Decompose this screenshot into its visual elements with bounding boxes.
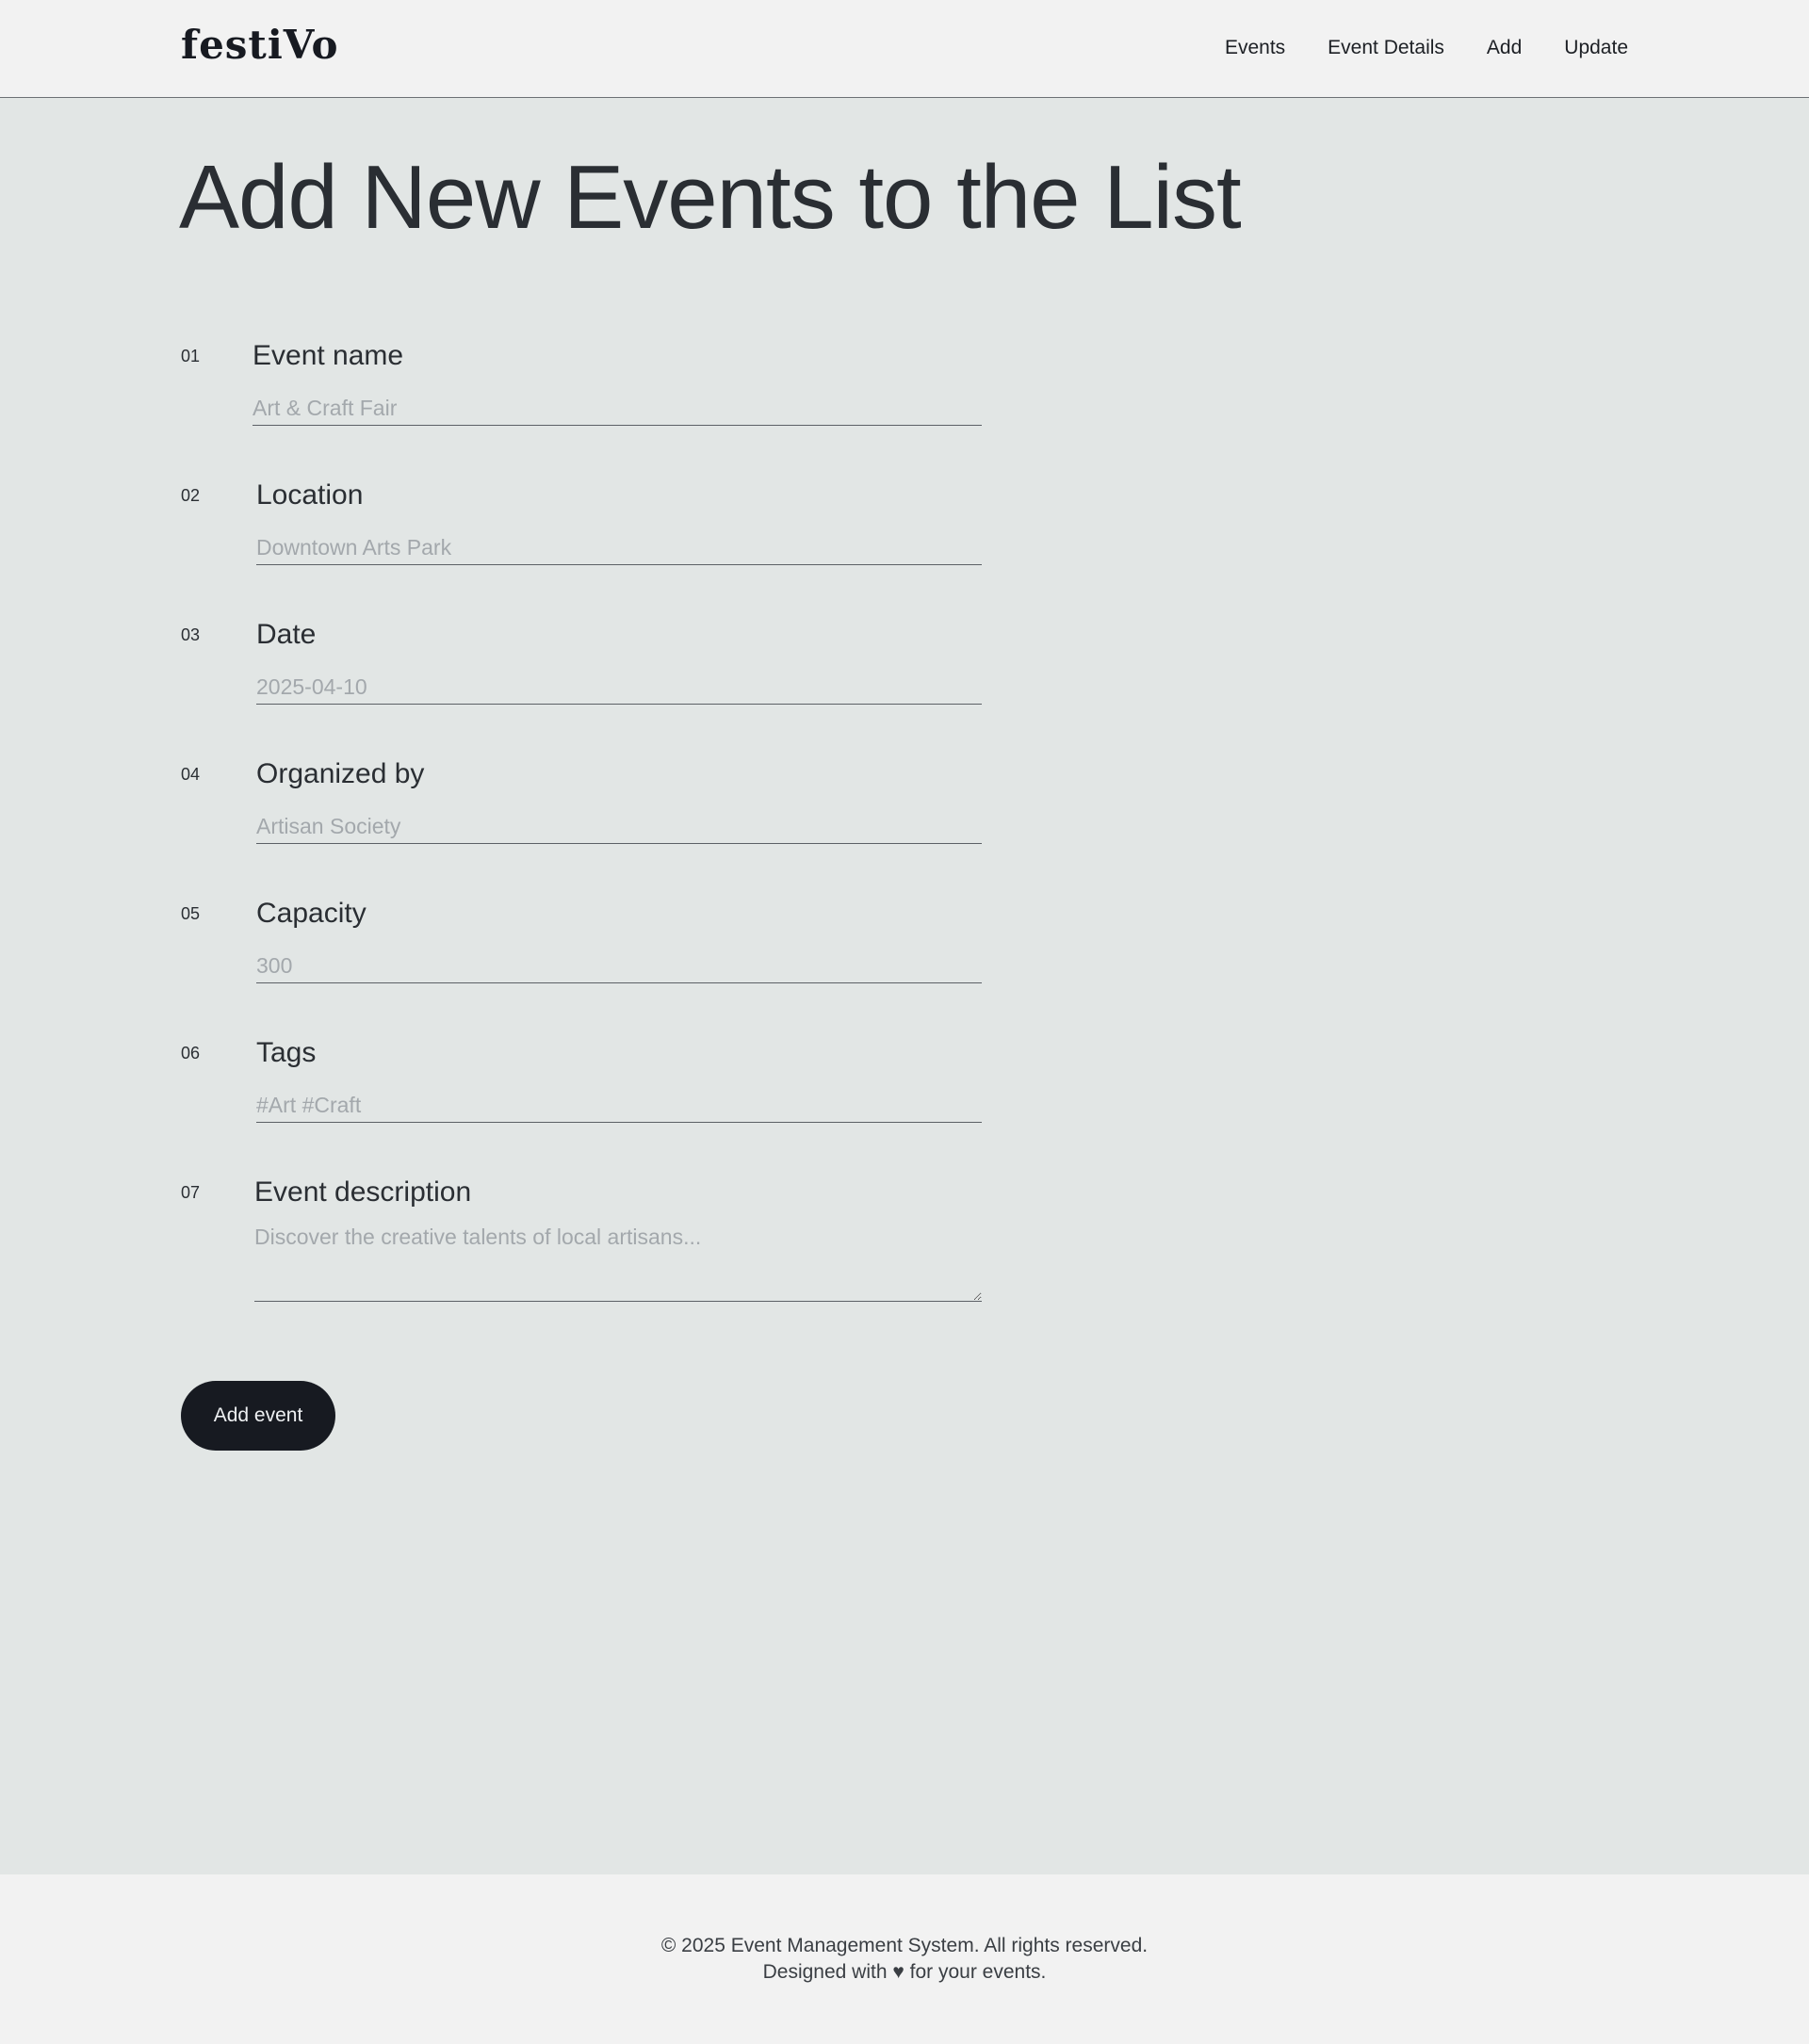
footer-tagline: Designed with ♥ for your events. — [762, 1961, 1047, 1983]
field-number: 03 — [181, 625, 201, 644]
capacity-input[interactable] — [256, 949, 982, 983]
nav-link-add[interactable]: Add — [1487, 34, 1522, 62]
field-label: Event description — [254, 1176, 472, 1208]
event-description-textarea[interactable] — [254, 1221, 982, 1302]
organized-by-input[interactable] — [256, 810, 982, 844]
nav-link-update[interactable]: Update — [1564, 34, 1628, 62]
field-label: Event name — [253, 340, 404, 371]
field-number: 04 — [181, 765, 201, 784]
main-nav: Events Event Details Add Update — [1225, 34, 1628, 62]
footer-copyright: © 2025 Event Management System. All righ… — [660, 1935, 1149, 1956]
location-input[interactable] — [256, 531, 982, 565]
tags-input[interactable] — [256, 1089, 982, 1123]
nav-link-event-details[interactable]: Event Details — [1328, 34, 1444, 62]
field-label: Date — [256, 619, 317, 650]
page-title: Add New Events to the List — [179, 147, 1242, 248]
field-label: Organized by — [256, 758, 425, 789]
add-event-button[interactable]: Add event — [181, 1381, 335, 1451]
field-number: 01 — [181, 347, 201, 365]
site-footer: © 2025 Event Management System. All righ… — [0, 1874, 1809, 2044]
field-label: Capacity — [256, 898, 367, 929]
date-input[interactable] — [256, 671, 982, 705]
field-number: 07 — [181, 1183, 201, 1202]
site-header: festiVo Events Event Details Add Update — [0, 0, 1809, 98]
field-number: 06 — [181, 1044, 201, 1063]
event-name-input[interactable] — [253, 392, 982, 426]
field-label: Location — [256, 479, 364, 511]
field-number: 02 — [181, 486, 201, 505]
site-logo[interactable]: festiVo — [181, 23, 339, 68]
field-label: Tags — [256, 1037, 317, 1068]
field-number: 05 — [181, 904, 201, 923]
nav-link-events[interactable]: Events — [1225, 34, 1285, 62]
